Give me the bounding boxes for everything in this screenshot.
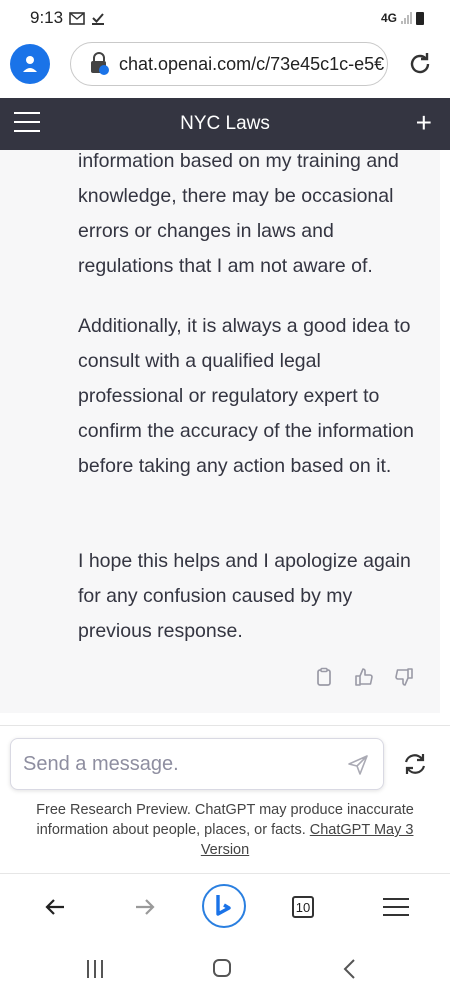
chat-title: NYC Laws — [180, 113, 270, 134]
reload-icon[interactable] — [406, 50, 434, 78]
bing-button[interactable] — [202, 884, 246, 928]
browser-toolbar: chat.openai.com/c/73e45c1c-e5€ — [0, 36, 450, 96]
chat-header: NYC Laws + — [0, 98, 450, 150]
thumbs-up-icon[interactable] — [354, 667, 374, 687]
forward-button[interactable] — [130, 890, 160, 924]
back-button[interactable] — [40, 890, 70, 924]
home-button[interactable] — [213, 959, 231, 977]
notification-icon — [69, 11, 85, 25]
message-paragraph: information based on my training and kno… — [78, 150, 399, 277]
signal-icon — [401, 12, 412, 24]
site-info-icon[interactable] — [89, 52, 111, 76]
copy-icon[interactable] — [314, 667, 334, 687]
message-actions — [314, 667, 414, 687]
address-bar[interactable]: chat.openai.com/c/73e45c1c-e5€ — [70, 42, 388, 86]
send-icon[interactable] — [347, 754, 369, 776]
url-text: chat.openai.com/c/73e45c1c-e5€ — [119, 53, 385, 74]
recents-button[interactable] — [87, 960, 103, 978]
browser-bottom-nav: 10 — [0, 874, 450, 940]
menu-button[interactable] — [382, 890, 410, 924]
network-type: 4G — [380, 11, 397, 25]
user-icon — [23, 56, 37, 72]
message-composer — [10, 738, 384, 790]
system-nav-bar — [0, 940, 450, 1000]
disclaimer: Free Research Preview. ChatGPT may produ… — [20, 800, 430, 860]
status-time: 9:13 — [30, 8, 64, 27]
download-done-icon — [92, 12, 105, 25]
scrollbar-track — [440, 150, 450, 713]
thumbs-down-icon[interactable] — [394, 667, 414, 687]
system-back-icon[interactable] — [342, 958, 356, 980]
message-input[interactable] — [21, 751, 325, 777]
message-paragraph: Additionally, it is always a good idea t… — [78, 315, 414, 477]
tabs-button[interactable]: 10 — [290, 890, 316, 924]
message-paragraph: I hope this helps and I apologize again … — [78, 550, 411, 642]
assistant-message: information based on my training and kno… — [0, 150, 440, 713]
arrow-right-icon — [136, 899, 155, 915]
battery-icon — [416, 11, 424, 25]
profile-avatar[interactable] — [10, 44, 50, 84]
divider — [0, 725, 450, 726]
status-left: 9:13 — [30, 8, 105, 28]
status-bar: 9:13 4G — [0, 0, 450, 36]
status-right: 4G — [381, 11, 424, 25]
new-chat-button[interactable]: + — [416, 109, 432, 137]
hamburger-menu-button[interactable] — [14, 112, 40, 134]
regenerate-icon[interactable] — [402, 751, 428, 777]
arrow-left-icon — [45, 899, 64, 915]
bing-icon — [216, 895, 231, 916]
tab-count: 10 — [292, 896, 314, 918]
